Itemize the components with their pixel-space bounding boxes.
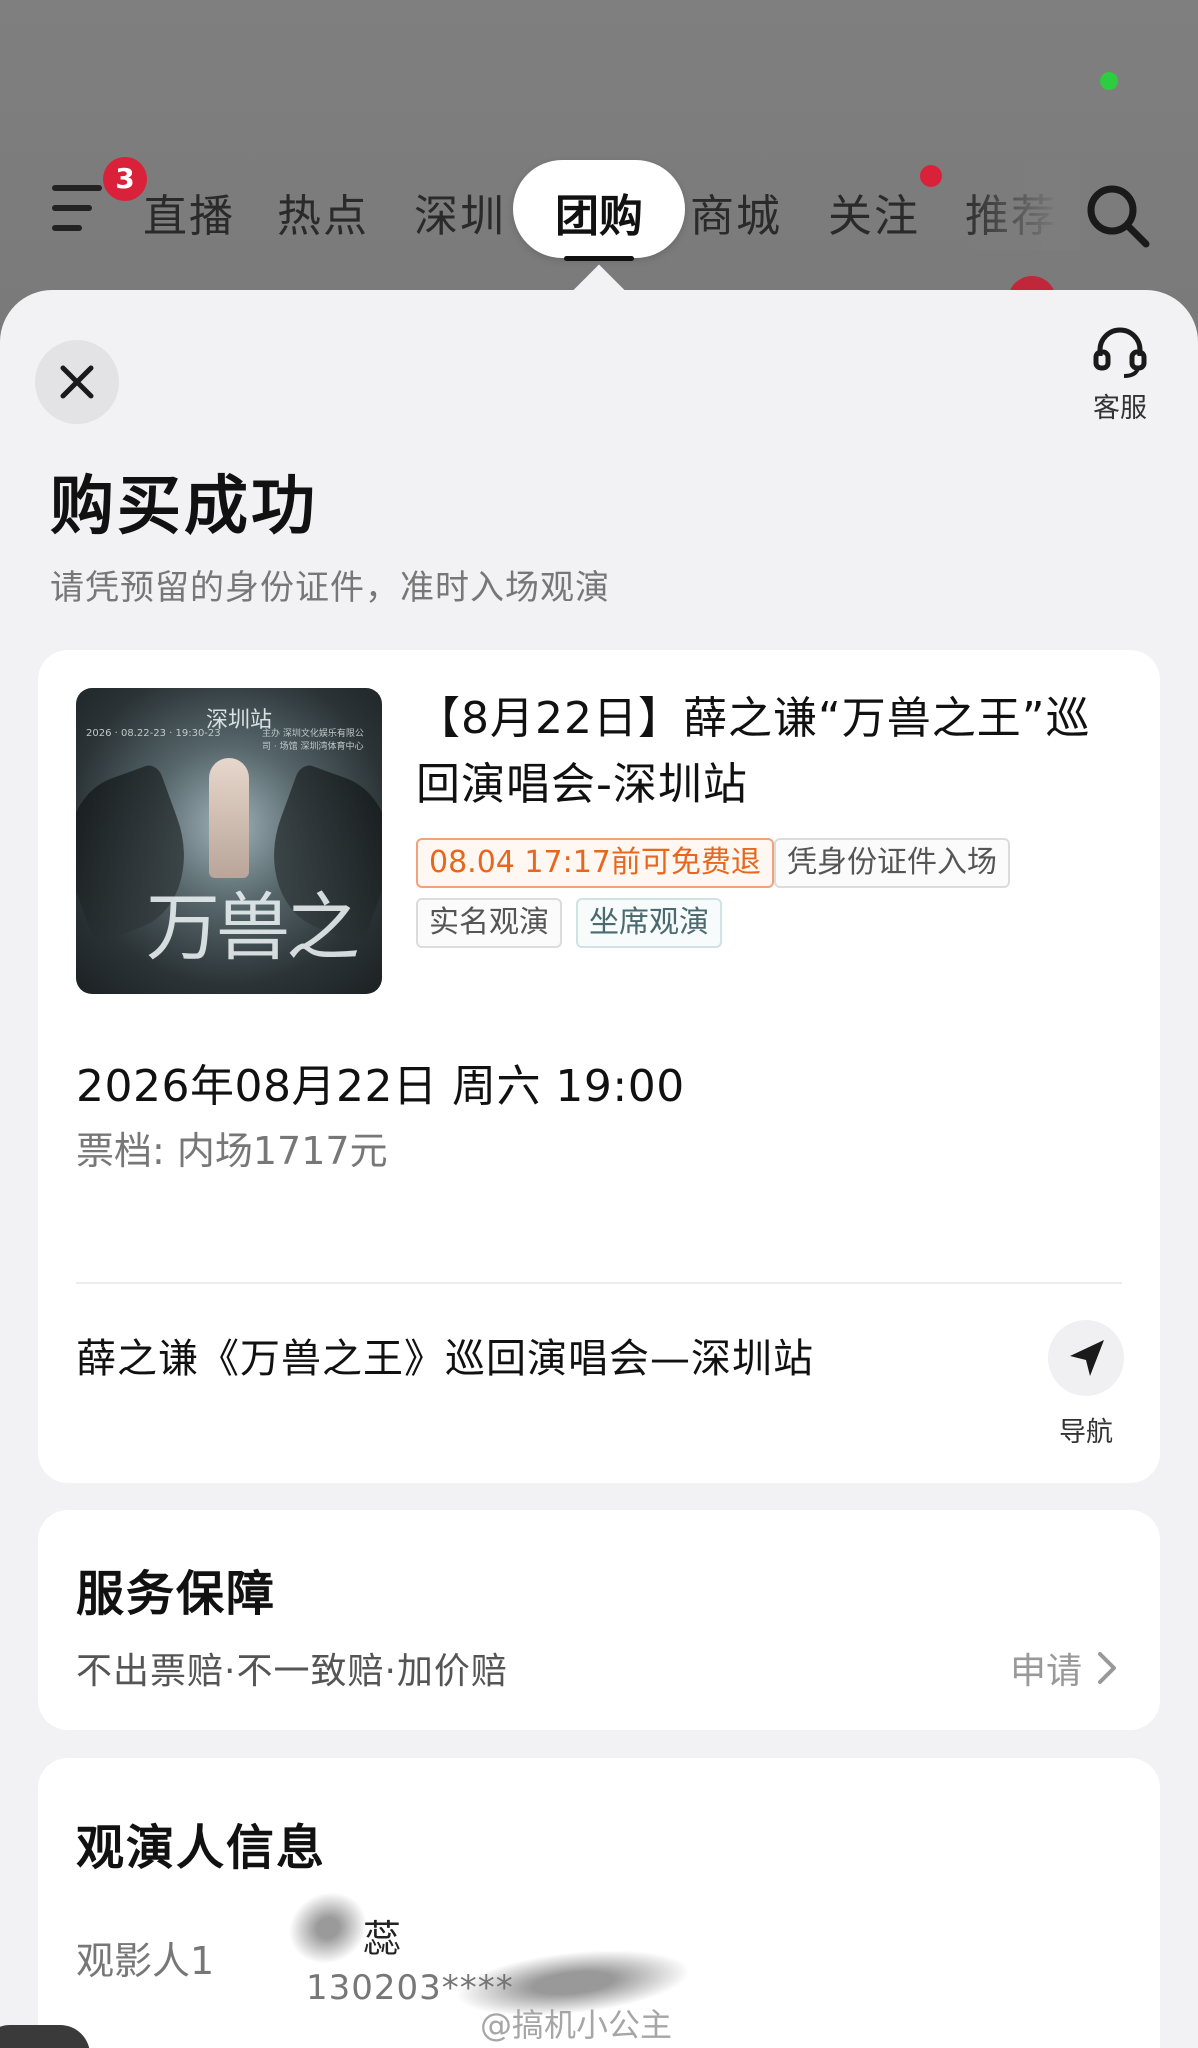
customer-service-label: 客服 <box>1093 393 1147 424</box>
tab-mall[interactable]: 商城 <box>690 180 782 244</box>
close-icon <box>60 365 94 399</box>
page-subtitle: 请凭预留的身份证件，准时入场观演 <box>50 568 610 608</box>
tab-shenzhen[interactable]: 深圳 <box>414 180 506 244</box>
page-title: 购买成功 <box>50 470 318 544</box>
poster-title-text: 万兽之王 <box>146 885 360 994</box>
poster-info-text: 主办 深圳文化娱乐有限公司 · 场馆 深圳湾体育中心 <box>262 729 364 752</box>
navigate-label[interactable]: 导航 <box>1046 1410 1126 1449</box>
service-guarantee-items: 不出票赔·不一致赔·加价赔 <box>76 1651 508 1692</box>
order-card[interactable]: 深圳站 2026 · 08.22-23 · 19:30-23 主办 深圳文化娱乐… <box>38 650 1160 1483</box>
refund-deadline-tag: 08.04 17:17前可免费退 <box>416 838 774 888</box>
navigate-button[interactable] <box>1048 1320 1124 1396</box>
viewer-info-title: 观演人信息 <box>76 1820 327 1876</box>
service-guarantee-card[interactable]: 服务保障 不出票赔·不一致赔·加价赔 申请 <box>38 1510 1160 1730</box>
close-button[interactable] <box>35 340 119 424</box>
active-tab-underline <box>564 256 634 261</box>
navigation-arrow-icon <box>1070 1340 1104 1376</box>
tab-live[interactable]: 直播 <box>143 180 235 244</box>
watermark-text: @搞机小公主 <box>480 2006 673 2044</box>
tab-follow[interactable]: 关注 <box>828 180 920 244</box>
tab-overflow-fade <box>960 160 1080 250</box>
customer-service-button[interactable]: 客服 <box>1080 326 1160 425</box>
ticket-tier: 票档: 内场1717元 <box>76 1129 388 1173</box>
menu-badge: 3 <box>103 157 147 201</box>
seated-tag: 坐席观演 <box>576 898 722 948</box>
tab-group-buy[interactable]: 团购 <box>513 180 685 244</box>
event-poster[interactable]: 深圳站 2026 · 08.22-23 · 19:30-23 主办 深圳文化娱乐… <box>76 688 382 994</box>
follow-notification-dot <box>920 165 942 187</box>
apply-link[interactable]: 申请 <box>1010 1642 1082 1694</box>
chevron-right-icon[interactable] <box>1096 1650 1118 1686</box>
show-datetime: 2026年08月22日 周六 19:00 <box>76 1061 685 1112</box>
status-indicator-dot <box>1100 72 1118 90</box>
poster-figure <box>209 758 249 878</box>
menu-icon[interactable] <box>52 185 106 233</box>
venue-name: 薛之谦《万兽之王》巡回演唱会—深圳站 <box>76 1336 814 1382</box>
viewer-label: 观影人1 <box>76 1939 215 1983</box>
poster-date-text: 2026 · 08.22-23 · 19:30-23 <box>86 728 221 739</box>
id-entry-tag: 凭身份证件入场 <box>774 838 1010 888</box>
search-icon[interactable] <box>1082 180 1154 252</box>
headset-icon <box>1093 327 1147 378</box>
tab-hot[interactable]: 热点 <box>277 180 369 244</box>
card-divider <box>76 1282 1122 1284</box>
service-guarantee-title: 服务保障 <box>76 1566 277 1622</box>
event-title[interactable]: 【8月22日】薛之谦“万兽之王”巡回演唱会-深圳站 <box>416 686 1116 818</box>
real-name-tag: 实名观演 <box>416 898 562 948</box>
